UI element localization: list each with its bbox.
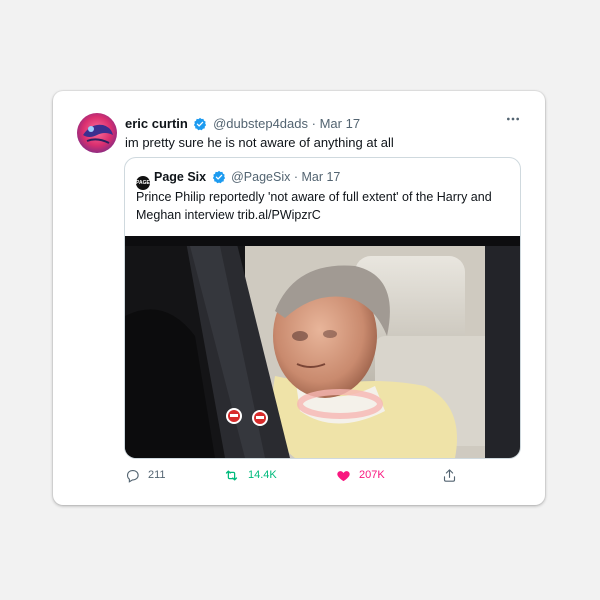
quoted-header: PAGE SIXPage Six @PageSix · Mar 17 [136,168,340,190]
avatar[interactable] [77,113,117,153]
like-button[interactable]: 207K [336,465,385,485]
tweet-header: eric curtin @dubstep4dads · Mar 17 [125,115,525,133]
like-count: 207K [359,469,385,481]
verified-badge-icon [212,170,226,189]
quoted-tweet[interactable]: PAGE SIXPage Six @PageSix · Mar 17 Princ… [124,157,521,459]
more-horizontal-icon[interactable] [505,111,521,130]
heart-icon [337,470,350,481]
reply-count: 211 [148,469,166,481]
tweet-card: eric curtin @dubstep4dads · Mar 17 im pr… [53,91,545,505]
reply-icon [126,469,139,483]
retweet-count: 14.4K [248,469,277,481]
author-name[interactable]: eric curtin [125,116,188,131]
quoted-photo[interactable] [125,236,520,458]
retweet-icon [225,470,238,480]
retweet-button[interactable]: 14.4K [223,465,277,485]
share-icon [443,468,456,482]
tweet-date[interactable]: Mar 17 [320,116,360,131]
quoted-handle[interactable]: @PageSix [231,170,290,184]
reply-button[interactable]: 211 [125,465,166,485]
quoted-text: Prince Philip reportedly 'not aware of f… [136,190,492,222]
author-handle[interactable]: @dubstep4dads [213,116,308,131]
separator-dot: · [293,170,298,184]
quoted-author-name[interactable]: Page Six [154,170,206,184]
share-button[interactable] [442,465,465,485]
tweet-actions: 211 14.4K 207K [125,465,456,485]
tweet-text: im pretty sure he is not aware of anythi… [125,135,394,150]
quoted-date[interactable]: Mar 17 [301,170,340,184]
separator-dot: · [311,116,316,131]
